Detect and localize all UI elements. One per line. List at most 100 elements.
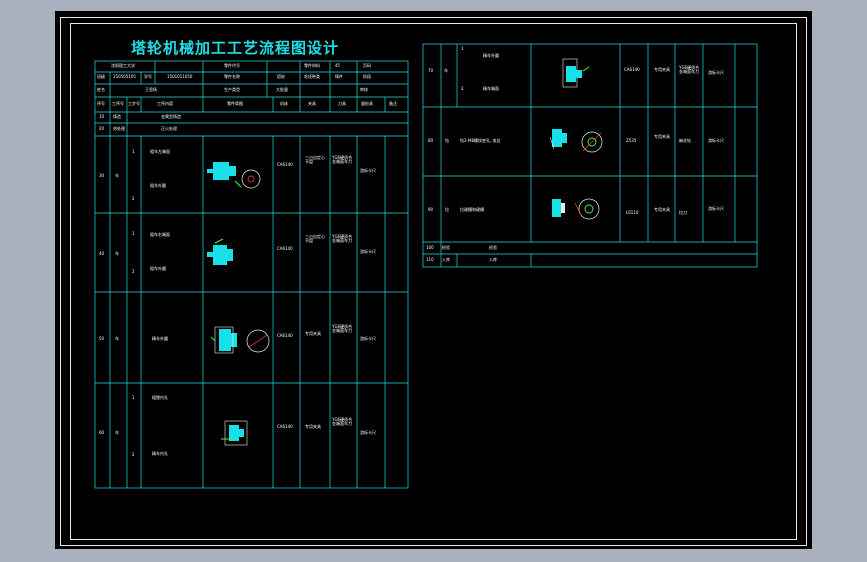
row-step: 1 (461, 46, 464, 51)
row-content: 粗车外圆 (150, 183, 166, 188)
row-process: 入库 (442, 257, 450, 262)
row-content: 钻2-M8螺纹底孔, 攻丝 (460, 138, 501, 143)
row-content: 精车外圆 (483, 53, 499, 58)
part-name-label: 零件名称 (224, 74, 240, 79)
row-machine: CA6140 (277, 424, 293, 429)
col-measure: 量检具 (361, 101, 373, 106)
row-fixture: 专用夹具 (654, 207, 670, 212)
col-tool: 刀具 (338, 101, 346, 106)
row-step: 2 (132, 269, 135, 274)
row-machine: Z535 (626, 138, 637, 143)
row-process: 车 (115, 251, 119, 256)
row-seq: 90 (428, 207, 434, 212)
row-step: 1 (132, 395, 135, 400)
row-content: 入库 (489, 257, 497, 262)
col-machine: 机床 (280, 101, 288, 106)
table-grid (94, 43, 758, 489)
row-seq: 30 (99, 173, 105, 178)
sketch-70 (562, 58, 590, 88)
row-measure: 游标卡尺 (708, 138, 724, 143)
class-value: 150505105 (113, 74, 136, 79)
review-label: 审核 (360, 87, 368, 92)
row-fixture: 专用夹具 (654, 67, 670, 72)
row-process: 车 (115, 336, 119, 341)
material-label: 零件材料 (304, 63, 320, 68)
sketch-90 (552, 198, 600, 220)
row-machine: CA6140 (624, 67, 640, 72)
stage-label: 阶段 (363, 74, 371, 79)
row-content: 精车端面 (483, 86, 499, 91)
production-value: 大批量 (276, 87, 288, 92)
production-label: 生产类型 (224, 87, 240, 92)
row-measure: 游标卡尺 (360, 430, 376, 435)
row-seq: 80 (428, 138, 434, 143)
row-measure: 游标卡尺 (708, 70, 724, 75)
row-seq: 10 (99, 114, 105, 119)
row-step: 1 (132, 149, 135, 154)
row-seq: 110 (426, 257, 434, 262)
part-name-value: 塔轮 (277, 74, 285, 79)
school: 沈阳理工大学 (111, 63, 135, 68)
sheet-label: 页码 (363, 63, 371, 68)
name-label: 姓名 (97, 87, 105, 92)
row-process: 车 (115, 173, 119, 178)
row-process: 铸造 (113, 114, 121, 119)
col-step: 工步号 (128, 101, 140, 106)
row-fixture: 专用夹具 (654, 134, 670, 139)
sketch-60 (221, 420, 248, 446)
row-tool: YG6硬质合金端面车刀 (332, 234, 353, 243)
row-content: 粗车右端面 (150, 232, 170, 237)
row-process: 检验 (442, 245, 450, 250)
drawing-canvas[interactable]: 塔轮机械加工工艺流程图设计 沈阳理工大学 零件代号 零件材料 45 页码 班级 … (55, 11, 812, 549)
row-measure: 游标卡尺 (708, 206, 724, 211)
col-fixture: 夹具 (308, 101, 316, 106)
row-measure: 游标卡尺 (360, 168, 376, 173)
row-tool: YG6硬质合金端面车刀 (679, 65, 700, 74)
col-sketch: 零件简图 (227, 101, 243, 106)
row-step: 1 (132, 231, 135, 236)
row-tool: YG6硬质合金端面车刀 (332, 155, 353, 164)
sketch-80 (549, 129, 603, 153)
row-seq: 70 (428, 68, 434, 73)
row-process: 热处理 (113, 126, 125, 131)
row-seq: 50 (99, 336, 105, 341)
row-measure: 游标卡尺 (360, 336, 376, 341)
col-seq: 序号 (97, 101, 105, 106)
row-tool: 麻花钻 (679, 138, 691, 143)
blank-type-value: 铸件 (335, 74, 343, 79)
row-content: 粗车左端面 (150, 149, 170, 154)
sketch-40 (207, 238, 233, 265)
row-seq: 100 (426, 245, 434, 250)
row-process: 拉 (445, 207, 449, 212)
id-label: 学号 (144, 74, 152, 79)
row-measure: 游标卡尺 (360, 249, 376, 254)
row-content: 粗车外圆 (150, 266, 166, 271)
row-process: 钻 (445, 138, 449, 143)
name-value: 王思扬 (145, 87, 157, 92)
row-content: 正火处理 (161, 126, 177, 131)
blank-type-label: 毛坯种类 (304, 74, 320, 79)
row-fixture: 三爪自定心卡盘 (305, 155, 325, 164)
row-content: 检验 (489, 245, 497, 250)
row-content: 粗镗内孔 (152, 395, 168, 400)
row-tool: YG6硬质合金端面车刀 (332, 324, 353, 333)
row-fixture: 三爪自定心卡盘 (305, 234, 325, 243)
col-remark: 备注 (389, 101, 397, 106)
row-content: 拉键槽和键槽 (460, 207, 484, 212)
row-fixture: 专用夹具 (305, 331, 321, 336)
row-step: 2 (461, 86, 464, 91)
row-seq: 60 (99, 430, 105, 435)
id-value: 1501011050 (167, 74, 193, 79)
row-fixture: 专用夹具 (305, 424, 321, 429)
row-process: 车 (444, 68, 448, 73)
row-seq: 20 (99, 126, 105, 131)
material-value: 45 (335, 63, 341, 68)
row-machine: CA6140 (277, 333, 293, 338)
col-process: 工序号 (112, 101, 124, 106)
col-content: 工序内容 (157, 101, 173, 106)
row-content: 精车外圆 (152, 336, 168, 341)
row-machine: CA6140 (277, 162, 293, 167)
row-machine: L6110 (626, 210, 639, 215)
row-content: 金属型铸造 (161, 114, 181, 119)
part-code-label: 零件代号 (224, 63, 240, 68)
